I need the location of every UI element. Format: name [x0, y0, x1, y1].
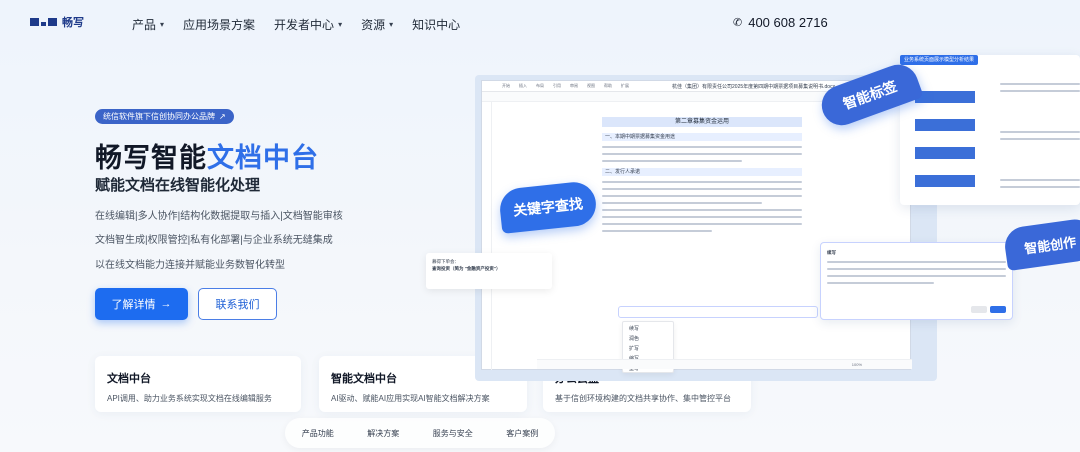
logo-text: 畅写: [62, 17, 84, 29]
brand-badge[interactable]: 统信软件旗下信创协同办公品牌 ↗: [95, 109, 234, 124]
insert-button[interactable]: [990, 306, 1006, 313]
document-section-2: 二、发行人承诺: [602, 168, 802, 176]
menu-item-developers[interactable]: 开发者中心 ▾: [274, 16, 342, 33]
menu-item-resources[interactable]: 资源 ▾: [361, 16, 393, 33]
phone-contact[interactable]: ✆ 400 608 2716: [733, 15, 828, 30]
ai-prompt-input[interactable]: [618, 306, 818, 318]
zoom-level: 100%: [851, 362, 862, 367]
learn-more-button[interactable]: 了解详情 →: [95, 288, 188, 320]
keyword-search-card: 募得下单会： 查询投资（简为 "金融资产投资"）: [426, 253, 552, 289]
smart-create-bubble: 智能创作: [1002, 216, 1080, 272]
feature-line-3: 以在线文档能力连接并赋能业务数智化转型: [95, 260, 285, 271]
chevron-down-icon: ▾: [389, 20, 394, 29]
tag-item: [915, 175, 975, 187]
editor-statusbar: 100%: [537, 359, 912, 369]
main-menu: 产品 ▾ 应用场景方案 开发者中心 ▾ 资源 ▾ 知识中心: [132, 16, 479, 33]
menu-item-products[interactable]: 产品 ▾: [132, 16, 164, 33]
ai-menu-item[interactable]: 润色: [629, 334, 667, 344]
page-title: 畅写智能文档中台: [95, 143, 319, 173]
tab-cases[interactable]: 客户案例: [506, 428, 538, 439]
chevron-down-icon: ▾: [160, 20, 165, 29]
logo-mark-icon: [30, 18, 57, 26]
chevron-down-icon: ▾: [338, 20, 343, 29]
tag-item: [915, 147, 975, 159]
section-tabbar: 产品功能 解决方案 服务与安全 客户案例: [285, 418, 555, 448]
arrow-right-icon: →: [160, 298, 172, 310]
external-link-icon: ↗: [219, 112, 226, 121]
ai-write-card: 续写: [820, 242, 1013, 320]
product-illustration: 开始 插入 布局 引用 审阅 视图 帮助 扩展 杭佳（集团）有限责任公司2025…: [426, 45, 1080, 385]
ai-menu-item[interactable]: 扩写: [629, 344, 667, 354]
menu-item-scenarios[interactable]: 应用场景方案: [183, 16, 255, 33]
brand-logo[interactable]: 畅写: [30, 14, 84, 30]
feature-line-2: 文档智生成|权限管控|私有化部署|与企业系统无缝集成: [95, 235, 333, 246]
editor-sidebar: [482, 102, 492, 370]
menu-item-knowledge[interactable]: 知识中心: [412, 16, 460, 33]
tag-analysis-header: 业务系统页面展示模型分析结果: [900, 55, 979, 65]
tag-item: [915, 91, 975, 103]
feature-line-1: 在线编辑|多人协作|结构化数据提取与插入|文档智能审核: [95, 211, 343, 222]
tag-item: [915, 119, 975, 131]
tag-result: [1000, 129, 1080, 140]
ai-menu-item[interactable]: 续写: [629, 324, 667, 334]
tab-features[interactable]: 产品功能: [302, 428, 334, 439]
contact-us-button[interactable]: 联系我们: [198, 288, 277, 320]
phone-icon: ✆: [733, 17, 743, 29]
tag-analysis-panel: 业务系统页面展示模型分析结果: [900, 55, 1080, 205]
phone-number: 400 608 2716: [748, 15, 828, 30]
tag-result: [1000, 81, 1080, 92]
tab-service-security[interactable]: 服务与安全: [433, 428, 473, 439]
document-heading: 第二章募集资金运用: [602, 117, 802, 127]
document-section-1: 一、本期中期票据募集资金用途: [602, 133, 802, 141]
discard-button[interactable]: [971, 306, 987, 313]
tag-result: [1000, 177, 1080, 188]
product-card-doc-platform[interactable]: 文档中台 API调用、助力业务系统实现文档在线编辑服务: [95, 356, 301, 412]
tab-solutions[interactable]: 解决方案: [367, 428, 399, 439]
page-subtitle: 赋能文档在线智能化处理: [95, 177, 261, 194]
top-navigation: 畅写 产品 ▾ 应用场景方案 开发者中心 ▾ 资源 ▾ 知识中心 ✆ 400 608 …: [0, 0, 1080, 46]
document-filename: 杭佳（集团）有限责任公司2025年度第四期中期票据项目募集说明书.docx: [672, 84, 836, 90]
